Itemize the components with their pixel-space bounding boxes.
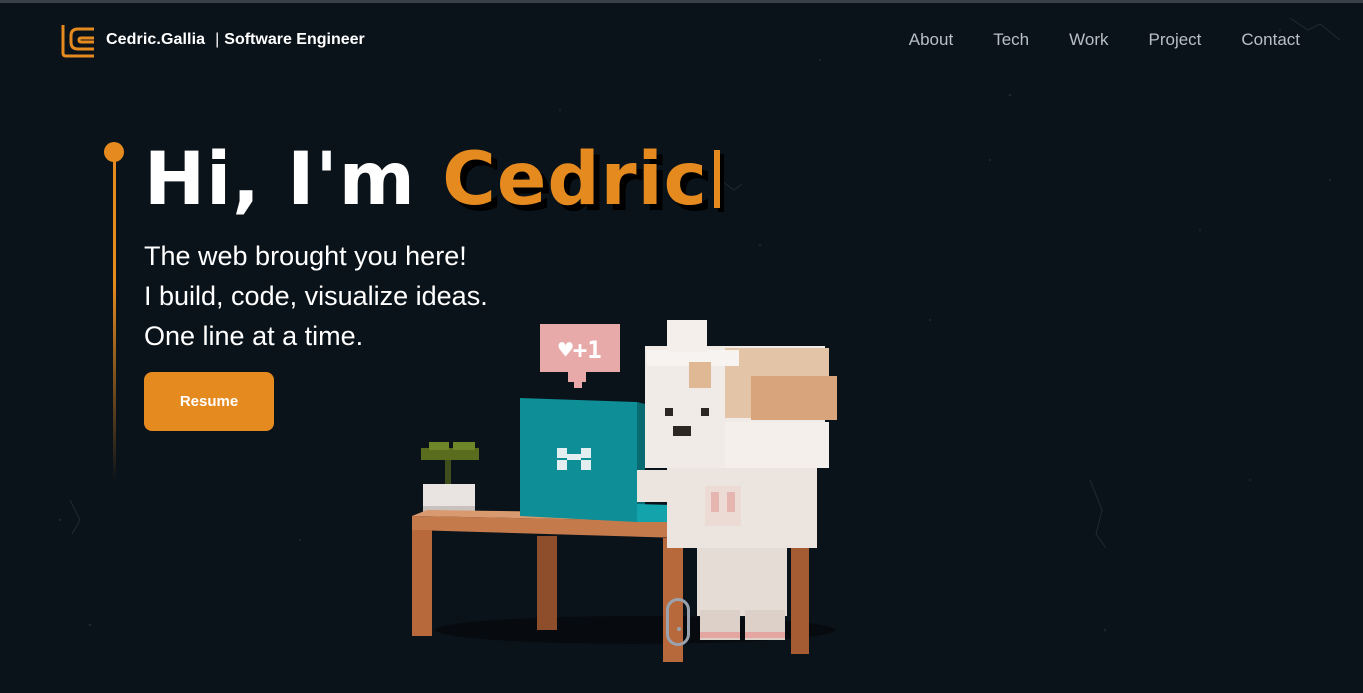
brand-separator: | xyxy=(215,31,220,48)
hero-accent-dot xyxy=(104,142,124,162)
mouse-scroll-icon[interactable] xyxy=(666,598,690,646)
nav-contact[interactable]: Contact xyxy=(1241,30,1300,50)
brand-role: Software Engineer xyxy=(224,31,365,48)
nav-project[interactable]: Project xyxy=(1148,30,1201,50)
logo-icon xyxy=(61,25,94,58)
hero-greeting: Hi, I'm xyxy=(144,137,416,222)
voxel-illustration: ♥+1 xyxy=(412,320,837,662)
brand-name: Cedric.Gallia xyxy=(106,31,206,48)
like-bubble-text: ♥+1 xyxy=(558,336,601,364)
nav-about[interactable]: About xyxy=(909,30,953,50)
hero-name: Cedric xyxy=(442,137,708,222)
main-nav: About Tech Work Project Contact xyxy=(909,30,1300,50)
hero-accent-line xyxy=(113,151,116,481)
brand[interactable]: Cedric.Gallia | Software Engineer xyxy=(60,22,365,58)
resume-button[interactable]: Resume xyxy=(144,372,274,431)
top-border xyxy=(0,0,1363,3)
nav-work[interactable]: Work xyxy=(1069,30,1108,50)
nav-tech[interactable]: Tech xyxy=(993,30,1029,50)
hero-title: Hi, I'm Cedric xyxy=(144,138,720,222)
plant-pot xyxy=(421,442,479,512)
scroll-dot xyxy=(677,627,681,631)
like-bubble: ♥+1 xyxy=(540,324,620,388)
typing-cursor xyxy=(713,150,720,208)
hero-line-1: The web brought you here! xyxy=(144,241,467,271)
